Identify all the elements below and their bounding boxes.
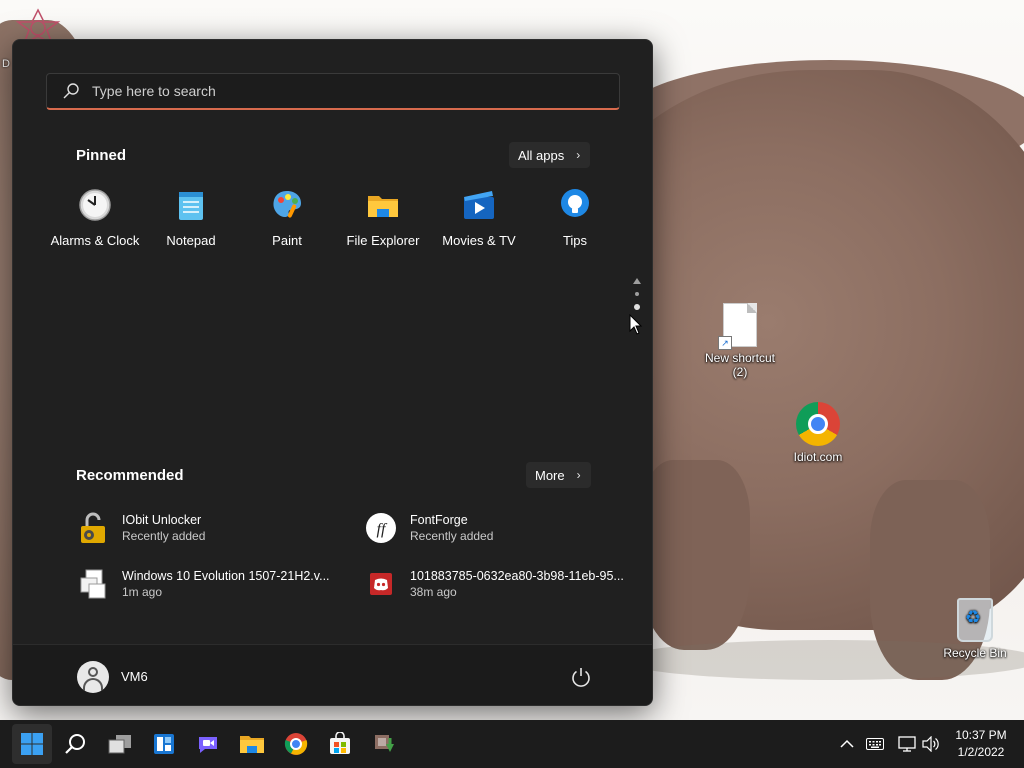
- recommended-item-subtitle: 38m ago: [410, 585, 457, 599]
- store-icon: [330, 732, 350, 754]
- clock-time: 10:37 PM: [955, 728, 1007, 742]
- taskbar-file-explorer-button[interactable]: [232, 724, 272, 764]
- chrome-icon: [796, 402, 840, 446]
- desktop-icon-label: Recycle Bin: [943, 646, 1007, 660]
- lightbulb-icon: [561, 189, 589, 217]
- recommended-item-name: IObit Unlocker: [122, 513, 202, 527]
- tray-show-hidden-button[interactable]: [836, 720, 858, 768]
- recommended-item-subtitle: Recently added: [410, 529, 494, 543]
- more-label: More: [535, 467, 565, 483]
- shortcut-arrow-icon: ↗: [718, 336, 732, 350]
- pinned-app-label: Notepad: [166, 233, 216, 248]
- file-explorer-icon: [240, 736, 264, 753]
- taskbar-widgets-button[interactable]: [144, 724, 184, 764]
- user-avatar-icon[interactable]: [77, 661, 109, 693]
- recommended-item-iobit-unlocker[interactable]: IObit Unlocker Recently added: [77, 512, 205, 544]
- recycle-bin-icon: ♻: [957, 598, 993, 642]
- desktop-icon-label: New shortcut (2): [704, 351, 776, 379]
- recommended-item-subtitle: Recently added: [122, 529, 206, 543]
- start-menu-footer: VM6: [13, 644, 652, 705]
- pinned-app-label: File Explorer: [346, 233, 420, 248]
- desktop-icon-label: Idiot.com: [793, 450, 843, 464]
- desktop-corner-label: D: [2, 58, 10, 70]
- pinned-app-movies-tv[interactable]: Movies & TV: [431, 188, 527, 248]
- recommended-item-name: FontForge: [410, 513, 468, 527]
- start-menu: Pinned All apps › Alarms & Clock Notepad: [12, 39, 653, 706]
- pinned-app-label: Movies & TV: [442, 233, 516, 248]
- pinned-app-label: Alarms & Clock: [50, 233, 140, 248]
- chat-icon: [199, 737, 217, 753]
- recommended-item-name: Windows 10 Evolution 1507-21H2.v...: [122, 569, 330, 583]
- recommended-item-windows-evolution[interactable]: Windows 10 Evolution 1507-21H2.v... 1m a…: [77, 568, 330, 600]
- search-input[interactable]: [90, 82, 574, 100]
- file-icon: [80, 569, 106, 599]
- taskbar-app-button[interactable]: [364, 724, 404, 764]
- pinned-title: Pinned: [76, 147, 127, 164]
- tray-network-button[interactable]: [894, 720, 920, 768]
- taskbar-chat-button[interactable]: [188, 724, 228, 764]
- desktop-icon-idiot-com[interactable]: Idiot.com: [775, 402, 861, 464]
- taskbar: 10:37 PM 1/2/2022: [0, 720, 1024, 768]
- pinned-app-alarms-clock[interactable]: Alarms & Clock: [47, 188, 143, 248]
- widgets-icon: [154, 734, 174, 754]
- user-name[interactable]: VM6: [121, 669, 148, 684]
- recommended-title: Recommended: [76, 467, 184, 484]
- wallpaper-hippo-leg: [640, 460, 750, 650]
- task-view-icon: [108, 735, 131, 754]
- chevron-right-icon: ›: [576, 148, 581, 162]
- pinned-app-label: Paint: [272, 233, 302, 248]
- more-button[interactable]: More ›: [526, 462, 591, 488]
- folder-icon: [368, 196, 398, 217]
- notepad-icon: [179, 192, 203, 220]
- taskbar-store-button[interactable]: [320, 724, 360, 764]
- page-dot-active[interactable]: [634, 304, 640, 310]
- pinned-app-tips[interactable]: Tips: [527, 188, 623, 248]
- taskbar-start-button[interactable]: [12, 724, 52, 764]
- search-icon: [65, 734, 85, 754]
- pinned-app-notepad[interactable]: Notepad: [143, 188, 239, 248]
- page-dot[interactable]: [635, 292, 639, 296]
- document-icon: ↗: [718, 303, 757, 350]
- all-apps-label: All apps: [518, 147, 565, 163]
- chevron-up-icon: [840, 739, 854, 748]
- discord-icon: [370, 573, 392, 595]
- volume-icon: [922, 736, 939, 752]
- desktop-icon-new-shortcut[interactable]: ↗ New shortcut (2): [697, 303, 783, 379]
- search-icon: [63, 83, 79, 99]
- recommended-item-fontforge[interactable]: ff FontForge Recently added: [365, 512, 493, 544]
- tray-keyboard-button[interactable]: [863, 720, 887, 768]
- app-icon: [375, 735, 394, 752]
- fontforge-icon: ff: [366, 513, 396, 543]
- network-icon: [898, 736, 916, 752]
- pinned-app-paint[interactable]: Paint: [239, 188, 335, 248]
- keyboard-icon: [866, 738, 884, 750]
- recommended-item-discord-file[interactable]: 101883785-0632ea80-3b98-11eb-95... 38m a…: [365, 568, 624, 600]
- movies-icon: [464, 191, 494, 219]
- recommended-item-subtitle: 1m ago: [122, 585, 163, 599]
- all-apps-button[interactable]: All apps ›: [509, 142, 591, 168]
- clock-date: 1/2/2022: [957, 745, 1005, 759]
- clock-icon: [79, 189, 111, 221]
- paint-icon: [273, 191, 301, 218]
- pinned-apps-grid: Alarms & Clock Notepad Paint File Explor…: [47, 188, 623, 248]
- pinned-page-indicator[interactable]: [632, 278, 642, 318]
- tray-volume-button[interactable]: [920, 720, 942, 768]
- taskbar-chrome-button[interactable]: [276, 724, 316, 764]
- windows-start-icon: [21, 733, 43, 755]
- taskbar-task-view-button[interactable]: [100, 724, 140, 764]
- recommended-item-name: 101883785-0632ea80-3b98-11eb-95...: [410, 569, 624, 583]
- power-icon[interactable]: [569, 665, 593, 689]
- desktop-icon-recycle-bin[interactable]: ♻ Recycle Bin: [932, 598, 1018, 660]
- taskbar-search-button[interactable]: [56, 724, 96, 764]
- chrome-icon: [284, 733, 308, 755]
- pinned-app-label: Tips: [562, 233, 588, 248]
- chevron-right-icon: ›: [576, 468, 581, 482]
- taskbar-clock[interactable]: 10:37 PM 1/2/2022: [948, 727, 1014, 761]
- start-search-box[interactable]: [46, 73, 620, 110]
- unlock-icon: [81, 512, 105, 543]
- scroll-up-icon[interactable]: [633, 278, 641, 284]
- mouse-cursor-icon: [629, 314, 643, 335]
- pinned-app-file-explorer[interactable]: File Explorer: [335, 188, 431, 248]
